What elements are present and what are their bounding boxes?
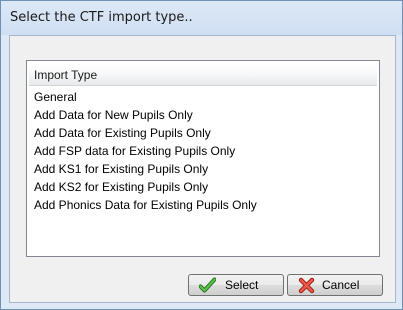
list-item-ks2[interactable]: Add KS2 for Existing Pupils Only xyxy=(29,178,377,196)
list-item-existing-pupils[interactable]: Add Data for Existing Pupils Only xyxy=(29,124,377,142)
list-item-ks1[interactable]: Add KS1 for Existing Pupils Only xyxy=(29,160,377,178)
cancel-button[interactable]: Cancel xyxy=(287,274,383,296)
cancel-button-label: Cancel xyxy=(322,278,360,292)
column-header-import-type[interactable]: Import Type xyxy=(29,64,377,86)
column-header-label: Import Type xyxy=(34,68,98,82)
import-type-list[interactable]: Import Type General Add Data for New Pup… xyxy=(26,60,380,257)
dialog-body: Import Type General Add Data for New Pup… xyxy=(9,35,396,303)
import-type-dialog: Select the CTF import type.. Import Type… xyxy=(0,0,403,310)
list-item-fsp-data[interactable]: Add FSP data for Existing Pupils Only xyxy=(29,142,377,160)
list-item-phonics[interactable]: Add Phonics Data for Existing Pupils Onl… xyxy=(29,196,377,214)
title-bar[interactable]: Select the CTF import type.. xyxy=(1,1,402,35)
list-items: General Add Data for New Pupils Only Add… xyxy=(29,88,377,214)
select-button-label: Select xyxy=(225,278,259,292)
check-icon xyxy=(199,277,216,293)
cross-icon xyxy=(298,277,315,294)
list-item-general[interactable]: General xyxy=(29,88,377,106)
dialog-title: Select the CTF import type.. xyxy=(10,10,193,25)
select-button[interactable]: Select xyxy=(188,274,284,296)
list-item-new-pupils[interactable]: Add Data for New Pupils Only xyxy=(29,106,377,124)
